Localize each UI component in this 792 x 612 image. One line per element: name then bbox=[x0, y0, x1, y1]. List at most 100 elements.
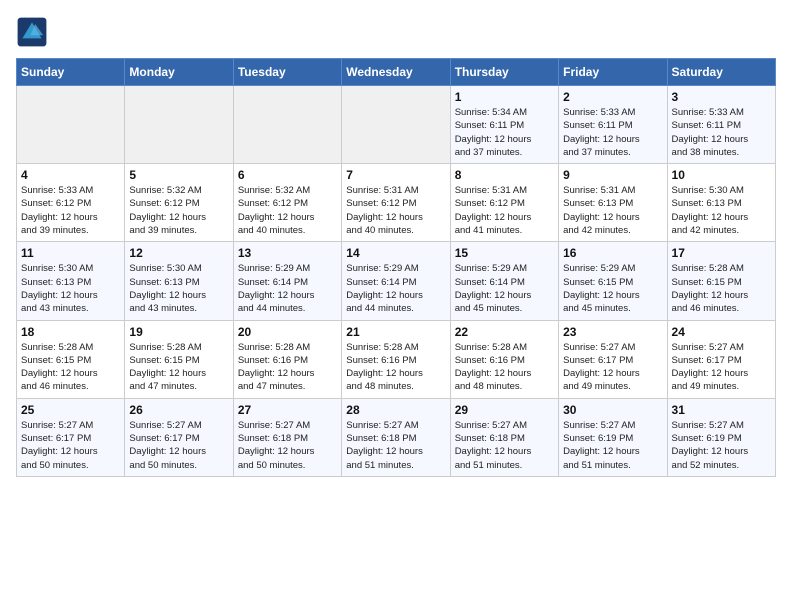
day-number: 8 bbox=[455, 168, 554, 182]
calendar-cell: 14 Sunrise: 5:29 AM Sunset: 6:14 PM Dayli… bbox=[342, 242, 450, 320]
calendar-week-2: 4 Sunrise: 5:33 AM Sunset: 6:12 PM Daylig… bbox=[17, 164, 776, 242]
day-number: 25 bbox=[21, 403, 120, 417]
calendar-cell bbox=[17, 86, 125, 164]
day-number: 14 bbox=[346, 246, 445, 260]
day-info: Sunrise: 5:28 AM Sunset: 6:16 PM Dayligh… bbox=[238, 341, 337, 394]
calendar-cell bbox=[125, 86, 233, 164]
day-number: 1 bbox=[455, 90, 554, 104]
day-info: Sunrise: 5:33 AM Sunset: 6:12 PM Dayligh… bbox=[21, 184, 120, 237]
calendar-cell: 15Sunrise: 5:29 AM Sunset: 6:14 PM Dayli… bbox=[450, 242, 558, 320]
day-number: 4 bbox=[21, 168, 120, 182]
day-info: Sunrise: 5:30 AM Sunset: 6:13 PM Dayligh… bbox=[129, 262, 228, 315]
day-number: 31 bbox=[672, 403, 771, 417]
weekday-header-saturday: Saturday bbox=[667, 59, 775, 86]
day-info: Sunrise: 5:27 AM Sunset: 6:17 PM Dayligh… bbox=[129, 419, 228, 472]
logo-icon bbox=[16, 16, 48, 48]
day-info: Sunrise: 5:27 AM Sunset: 6:19 PM Dayligh… bbox=[563, 419, 662, 472]
day-info: Sunrise: 5:27 AM Sunset: 6:19 PM Dayligh… bbox=[672, 419, 771, 472]
weekday-header-thursday: Thursday bbox=[450, 59, 558, 86]
day-info: Sunrise: 5:27 AM Sunset: 6:17 PM Dayligh… bbox=[672, 341, 771, 394]
calendar-cell: 18Sunrise: 5:28 AM Sunset: 6:15 PM Dayli… bbox=[17, 320, 125, 398]
weekday-header-friday: Friday bbox=[559, 59, 667, 86]
logo bbox=[16, 16, 52, 48]
header bbox=[16, 16, 776, 48]
calendar-cell: 29 Sunrise: 5:27 AM Sunset: 6:18 PM Dayli… bbox=[450, 398, 558, 476]
calendar-cell bbox=[233, 86, 341, 164]
day-number: 19 bbox=[129, 325, 228, 339]
day-info: Sunrise: 5:27 AM Sunset: 6:18 PM Dayligh… bbox=[455, 419, 554, 472]
calendar-header: SundayMondayTuesdayWednesdayThursdayFrid… bbox=[17, 59, 776, 86]
day-info: Sunrise: 5:33 AM Sunset: 6:11 PM Dayligh… bbox=[672, 106, 771, 159]
weekday-header-row: SundayMondayTuesdayWednesdayThursdayFrid… bbox=[17, 59, 776, 86]
day-info: Sunrise: 5:28 AM Sunset: 6:15 PM Dayligh… bbox=[21, 341, 120, 394]
day-info: Sunrise: 5:31 AM Sunset: 6:12 PM Dayligh… bbox=[346, 184, 445, 237]
day-info: Sunrise: 5:33 AM Sunset: 6:11 PM Dayligh… bbox=[563, 106, 662, 159]
calendar-cell: 19 Sunrise: 5:28 AM Sunset: 6:15 PM Dayli… bbox=[125, 320, 233, 398]
calendar-cell bbox=[342, 86, 450, 164]
calendar-cell: 10Sunrise: 5:30 AM Sunset: 6:13 PM Dayli… bbox=[667, 164, 775, 242]
day-number: 21 bbox=[346, 325, 445, 339]
day-number: 15 bbox=[455, 246, 554, 260]
day-number: 30 bbox=[563, 403, 662, 417]
calendar-cell: 24 Sunrise: 5:27 AM Sunset: 6:17 PM Dayli… bbox=[667, 320, 775, 398]
day-info: Sunrise: 5:30 AM Sunset: 6:13 PM Dayligh… bbox=[21, 262, 120, 315]
day-number: 28 bbox=[346, 403, 445, 417]
calendar-cell: 25 Sunrise: 5:27 AM Sunset: 6:17 PM Dayli… bbox=[17, 398, 125, 476]
calendar-cell: 5Sunrise: 5:32 AM Sunset: 6:12 PM Daylig… bbox=[125, 164, 233, 242]
day-info: Sunrise: 5:29 AM Sunset: 6:15 PM Dayligh… bbox=[563, 262, 662, 315]
weekday-header-monday: Monday bbox=[125, 59, 233, 86]
day-info: Sunrise: 5:27 AM Sunset: 6:18 PM Dayligh… bbox=[346, 419, 445, 472]
calendar-cell: 7 Sunrise: 5:31 AM Sunset: 6:12 PM Daylig… bbox=[342, 164, 450, 242]
day-info: Sunrise: 5:29 AM Sunset: 6:14 PM Dayligh… bbox=[238, 262, 337, 315]
calendar-cell: 22Sunrise: 5:28 AM Sunset: 6:16 PM Dayli… bbox=[450, 320, 558, 398]
day-number: 3 bbox=[672, 90, 771, 104]
calendar-cell: 8 Sunrise: 5:31 AM Sunset: 6:12 PM Daylig… bbox=[450, 164, 558, 242]
day-info: Sunrise: 5:28 AM Sunset: 6:16 PM Dayligh… bbox=[346, 341, 445, 394]
calendar-cell: 31 Sunrise: 5:27 AM Sunset: 6:19 PM Dayli… bbox=[667, 398, 775, 476]
day-number: 29 bbox=[455, 403, 554, 417]
calendar-cell: 21 Sunrise: 5:28 AM Sunset: 6:16 PM Dayli… bbox=[342, 320, 450, 398]
day-info: Sunrise: 5:32 AM Sunset: 6:12 PM Dayligh… bbox=[238, 184, 337, 237]
calendar-table: SundayMondayTuesdayWednesdayThursdayFrid… bbox=[16, 58, 776, 477]
day-number: 26 bbox=[129, 403, 228, 417]
calendar-cell: 1Sunrise: 5:34 AM Sunset: 6:11 PM Daylig… bbox=[450, 86, 558, 164]
calendar-cell: 16 Sunrise: 5:29 AM Sunset: 6:15 PM Dayli… bbox=[559, 242, 667, 320]
calendar-week-1: 1Sunrise: 5:34 AM Sunset: 6:11 PM Daylig… bbox=[17, 86, 776, 164]
calendar-week-4: 18Sunrise: 5:28 AM Sunset: 6:15 PM Dayli… bbox=[17, 320, 776, 398]
day-number: 23 bbox=[563, 325, 662, 339]
day-number: 17 bbox=[672, 246, 771, 260]
day-number: 7 bbox=[346, 168, 445, 182]
day-number: 16 bbox=[563, 246, 662, 260]
calendar-cell: 2Sunrise: 5:33 AM Sunset: 6:11 PM Daylig… bbox=[559, 86, 667, 164]
calendar-cell: 9Sunrise: 5:31 AM Sunset: 6:13 PM Daylig… bbox=[559, 164, 667, 242]
day-info: Sunrise: 5:27 AM Sunset: 6:17 PM Dayligh… bbox=[563, 341, 662, 394]
weekday-header-wednesday: Wednesday bbox=[342, 59, 450, 86]
day-info: Sunrise: 5:28 AM Sunset: 6:15 PM Dayligh… bbox=[129, 341, 228, 394]
day-number: 13 bbox=[238, 246, 337, 260]
calendar-week-3: 11 Sunrise: 5:30 AM Sunset: 6:13 PM Dayli… bbox=[17, 242, 776, 320]
day-number: 12 bbox=[129, 246, 228, 260]
calendar-cell: 30 Sunrise: 5:27 AM Sunset: 6:19 PM Dayli… bbox=[559, 398, 667, 476]
day-number: 27 bbox=[238, 403, 337, 417]
day-info: Sunrise: 5:27 AM Sunset: 6:17 PM Dayligh… bbox=[21, 419, 120, 472]
calendar-cell: 13 Sunrise: 5:29 AM Sunset: 6:14 PM Dayli… bbox=[233, 242, 341, 320]
day-number: 22 bbox=[455, 325, 554, 339]
day-number: 11 bbox=[21, 246, 120, 260]
calendar-body: 1Sunrise: 5:34 AM Sunset: 6:11 PM Daylig… bbox=[17, 86, 776, 477]
day-info: Sunrise: 5:29 AM Sunset: 6:14 PM Dayligh… bbox=[346, 262, 445, 315]
day-info: Sunrise: 5:30 AM Sunset: 6:13 PM Dayligh… bbox=[672, 184, 771, 237]
calendar-cell: 3 Sunrise: 5:33 AM Sunset: 6:11 PM Daylig… bbox=[667, 86, 775, 164]
day-info: Sunrise: 5:28 AM Sunset: 6:15 PM Dayligh… bbox=[672, 262, 771, 315]
weekday-header-tuesday: Tuesday bbox=[233, 59, 341, 86]
calendar-cell: 28 Sunrise: 5:27 AM Sunset: 6:18 PM Dayli… bbox=[342, 398, 450, 476]
calendar-cell: 6 Sunrise: 5:32 AM Sunset: 6:12 PM Daylig… bbox=[233, 164, 341, 242]
day-info: Sunrise: 5:31 AM Sunset: 6:12 PM Dayligh… bbox=[455, 184, 554, 237]
day-number: 6 bbox=[238, 168, 337, 182]
day-number: 20 bbox=[238, 325, 337, 339]
calendar-cell: 17 Sunrise: 5:28 AM Sunset: 6:15 PM Dayli… bbox=[667, 242, 775, 320]
calendar-cell: 27Sunrise: 5:27 AM Sunset: 6:18 PM Dayli… bbox=[233, 398, 341, 476]
day-info: Sunrise: 5:31 AM Sunset: 6:13 PM Dayligh… bbox=[563, 184, 662, 237]
calendar-cell: 23 Sunrise: 5:27 AM Sunset: 6:17 PM Dayli… bbox=[559, 320, 667, 398]
day-number: 24 bbox=[672, 325, 771, 339]
calendar-cell: 4 Sunrise: 5:33 AM Sunset: 6:12 PM Daylig… bbox=[17, 164, 125, 242]
